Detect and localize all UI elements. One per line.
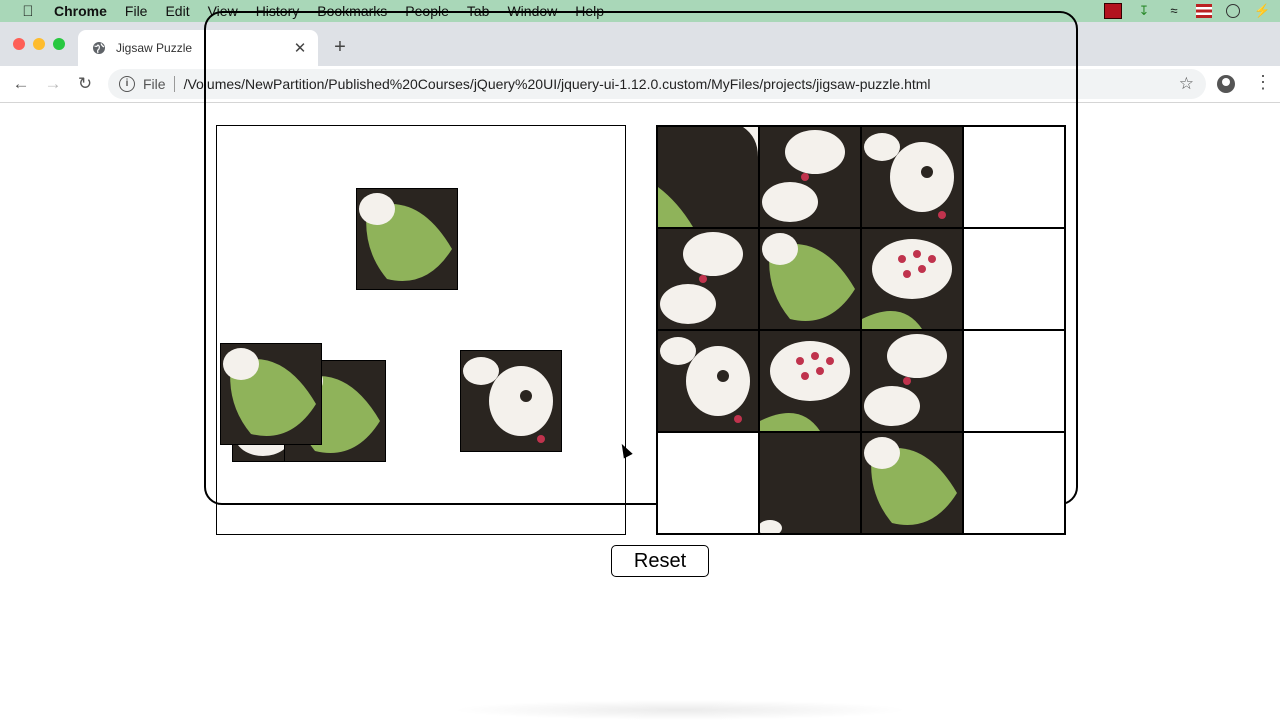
clock-icon[interactable]: [1226, 4, 1240, 18]
board-empty-cell[interactable]: [657, 432, 759, 534]
bookmark-star-icon[interactable]: ☆: [1179, 74, 1194, 94]
reload-icon[interactable]: ↻: [74, 73, 96, 95]
apple-menu-icon[interactable]: : [20, 3, 36, 20]
board-piece[interactable]: [759, 126, 861, 228]
board-piece[interactable]: [861, 432, 963, 534]
board-piece[interactable]: [759, 330, 861, 432]
loose-puzzle-piece[interactable]: [356, 188, 458, 290]
minimize-window-button[interactable]: [33, 38, 45, 50]
forward-icon[interactable]: →: [42, 73, 64, 95]
reset-button[interactable]: Reset: [611, 545, 709, 577]
chrome-menu-icon[interactable]: ⋮: [1254, 72, 1272, 93]
bottom-shadow: [450, 700, 910, 720]
board-empty-cell[interactable]: [963, 126, 1065, 228]
menu-app-name[interactable]: Chrome: [54, 3, 107, 19]
menu-file[interactable]: File: [125, 3, 148, 19]
board-piece[interactable]: [657, 126, 759, 228]
piece-tray: [216, 125, 626, 535]
status-icons: ↧ ≈ ⚡: [1104, 0, 1270, 22]
board-piece[interactable]: [657, 330, 759, 432]
board-piece[interactable]: [759, 432, 861, 534]
close-window-button[interactable]: [13, 38, 25, 50]
board-empty-cell[interactable]: [963, 432, 1065, 534]
loose-puzzle-piece[interactable]: [220, 343, 322, 445]
battery-icon[interactable]: ⚡: [1254, 4, 1270, 18]
board-piece[interactable]: [759, 228, 861, 330]
board-piece[interactable]: [657, 228, 759, 330]
menu-edit[interactable]: Edit: [165, 3, 189, 19]
globe-icon: [93, 42, 105, 54]
board-empty-cell[interactable]: [963, 228, 1065, 330]
board-piece[interactable]: [861, 330, 963, 432]
address-separator: [173, 76, 175, 92]
board-piece[interactable]: [861, 126, 963, 228]
info-icon[interactable]: i: [119, 76, 135, 92]
profile-icon[interactable]: [1217, 75, 1235, 93]
recording-icon[interactable]: [1104, 3, 1122, 19]
flag-icon[interactable]: [1196, 4, 1212, 18]
scheme-label: File: [143, 76, 166, 92]
download-icon[interactable]: ↧: [1136, 4, 1152, 18]
loose-puzzle-piece[interactable]: [460, 350, 562, 452]
wifi-icon[interactable]: ≈: [1166, 4, 1182, 18]
board-empty-cell[interactable]: [963, 330, 1065, 432]
back-icon[interactable]: ←: [10, 73, 32, 95]
board-piece[interactable]: [861, 228, 963, 330]
zoom-window-button[interactable]: [53, 38, 65, 50]
